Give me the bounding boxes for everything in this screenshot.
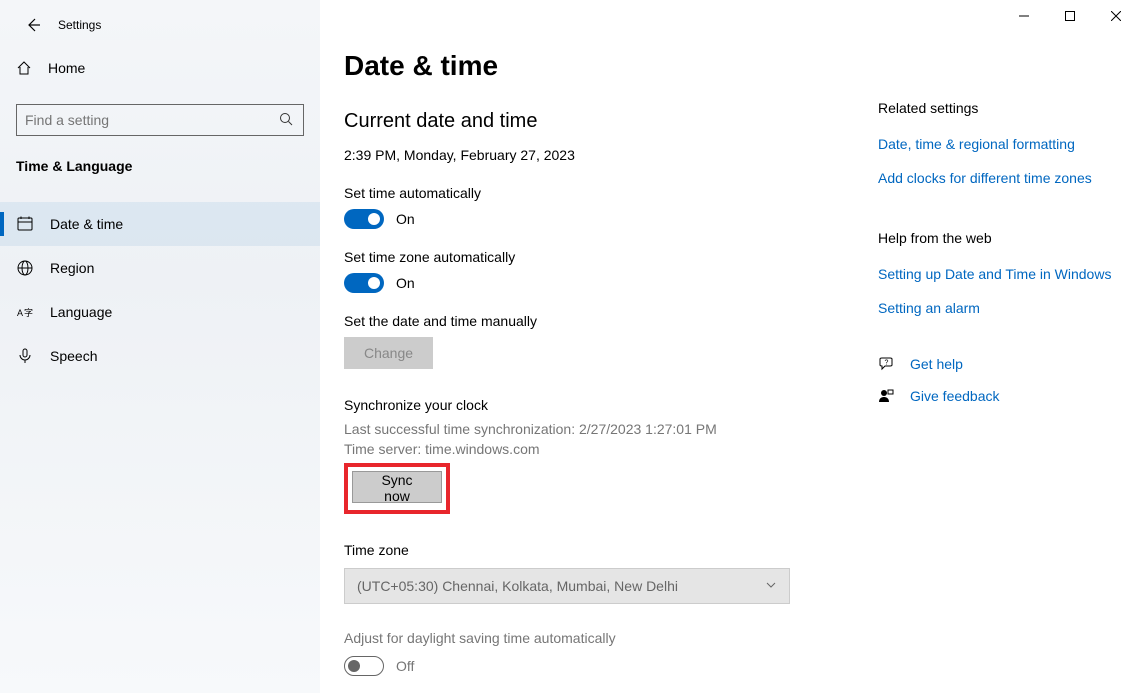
- set-zone-auto-label: Set time zone automatically: [344, 249, 844, 265]
- help-icon: ?: [878, 356, 894, 372]
- timezone-heading: Time zone: [344, 542, 844, 558]
- nav-label: Language: [50, 304, 112, 320]
- sync-highlight: Sync now: [344, 463, 450, 514]
- globe-icon: [16, 259, 34, 277]
- link-regional-formatting[interactable]: Date, time & regional formatting: [878, 136, 1118, 152]
- app-title: Settings: [58, 18, 101, 32]
- current-datetime-heading: Current date and time: [344, 110, 844, 133]
- microphone-icon: [16, 347, 34, 365]
- close-button[interactable]: [1093, 0, 1139, 32]
- main-content: Date & time Current date and time 2:39 P…: [344, 50, 844, 696]
- language-icon: A字: [16, 303, 34, 321]
- link-add-clocks[interactable]: Add clocks for different time zones: [878, 170, 1118, 186]
- minimize-button[interactable]: [1001, 0, 1047, 32]
- timezone-dropdown[interactable]: (UTC+05:30) Chennai, Kolkata, Mumbai, Ne…: [344, 568, 790, 604]
- sync-heading: Synchronize your clock: [344, 397, 844, 413]
- dst-toggle[interactable]: [344, 656, 384, 676]
- sync-now-button[interactable]: Sync now: [352, 471, 442, 503]
- search-input[interactable]: [25, 112, 279, 128]
- set-zone-auto-state: On: [396, 275, 415, 291]
- home-icon: [16, 60, 32, 76]
- nav-item-date-time[interactable]: Date & time: [0, 202, 320, 246]
- feedback-link[interactable]: Give feedback: [910, 388, 1000, 404]
- nav-item-language[interactable]: A字 Language: [0, 290, 320, 334]
- set-time-auto-state: On: [396, 211, 415, 227]
- sync-last: Last successful time synchronization: 2/…: [344, 421, 844, 437]
- nav-item-speech[interactable]: Speech: [0, 334, 320, 378]
- link-setup-datetime[interactable]: Setting up Date and Time in Windows: [878, 266, 1118, 282]
- related-heading: Related settings: [878, 100, 1118, 116]
- svg-text:A: A: [17, 308, 23, 318]
- get-help-row[interactable]: ? Get help: [878, 356, 1118, 372]
- set-time-auto-label: Set time automatically: [344, 185, 844, 201]
- nav-item-region[interactable]: Region: [0, 246, 320, 290]
- back-button[interactable]: [25, 17, 41, 38]
- search-icon: [279, 112, 295, 128]
- maximize-button[interactable]: [1047, 0, 1093, 32]
- change-button[interactable]: Change: [344, 337, 433, 369]
- feedback-row[interactable]: Give feedback: [878, 388, 1118, 404]
- feedback-icon: [878, 388, 894, 404]
- get-help-link[interactable]: Get help: [910, 356, 963, 372]
- nav-list: Date & time Region A字 Language Speech: [0, 202, 320, 378]
- svg-text:字: 字: [24, 307, 33, 318]
- category-title: Time & Language: [16, 158, 132, 174]
- dst-state: Off: [396, 658, 414, 674]
- page-title: Date & time: [344, 50, 844, 82]
- set-zone-auto-toggle[interactable]: [344, 273, 384, 293]
- chevron-down-icon: [765, 579, 777, 594]
- home-nav[interactable]: Home: [16, 60, 85, 76]
- right-panel: Related settings Date, time & regional f…: [878, 100, 1118, 420]
- nav-label: Speech: [50, 348, 97, 364]
- sidebar: Settings Home Time & Language Date & tim…: [0, 0, 320, 693]
- dst-label: Adjust for daylight saving time automati…: [344, 630, 844, 646]
- current-datetime-value: 2:39 PM, Monday, February 27, 2023: [344, 147, 844, 163]
- search-box[interactable]: [16, 104, 304, 136]
- help-heading: Help from the web: [878, 230, 1118, 246]
- manual-label: Set the date and time manually: [344, 313, 844, 329]
- clock-icon: [16, 215, 34, 233]
- sync-server: Time server: time.windows.com: [344, 441, 844, 457]
- nav-label: Date & time: [50, 216, 123, 232]
- set-time-auto-toggle[interactable]: [344, 209, 384, 229]
- nav-label: Region: [50, 260, 94, 276]
- timezone-value: (UTC+05:30) Chennai, Kolkata, Mumbai, Ne…: [357, 578, 678, 594]
- svg-text:?: ?: [885, 360, 889, 367]
- link-setting-alarm[interactable]: Setting an alarm: [878, 300, 1118, 316]
- home-label: Home: [48, 60, 85, 76]
- window-controls: [1001, 0, 1139, 32]
